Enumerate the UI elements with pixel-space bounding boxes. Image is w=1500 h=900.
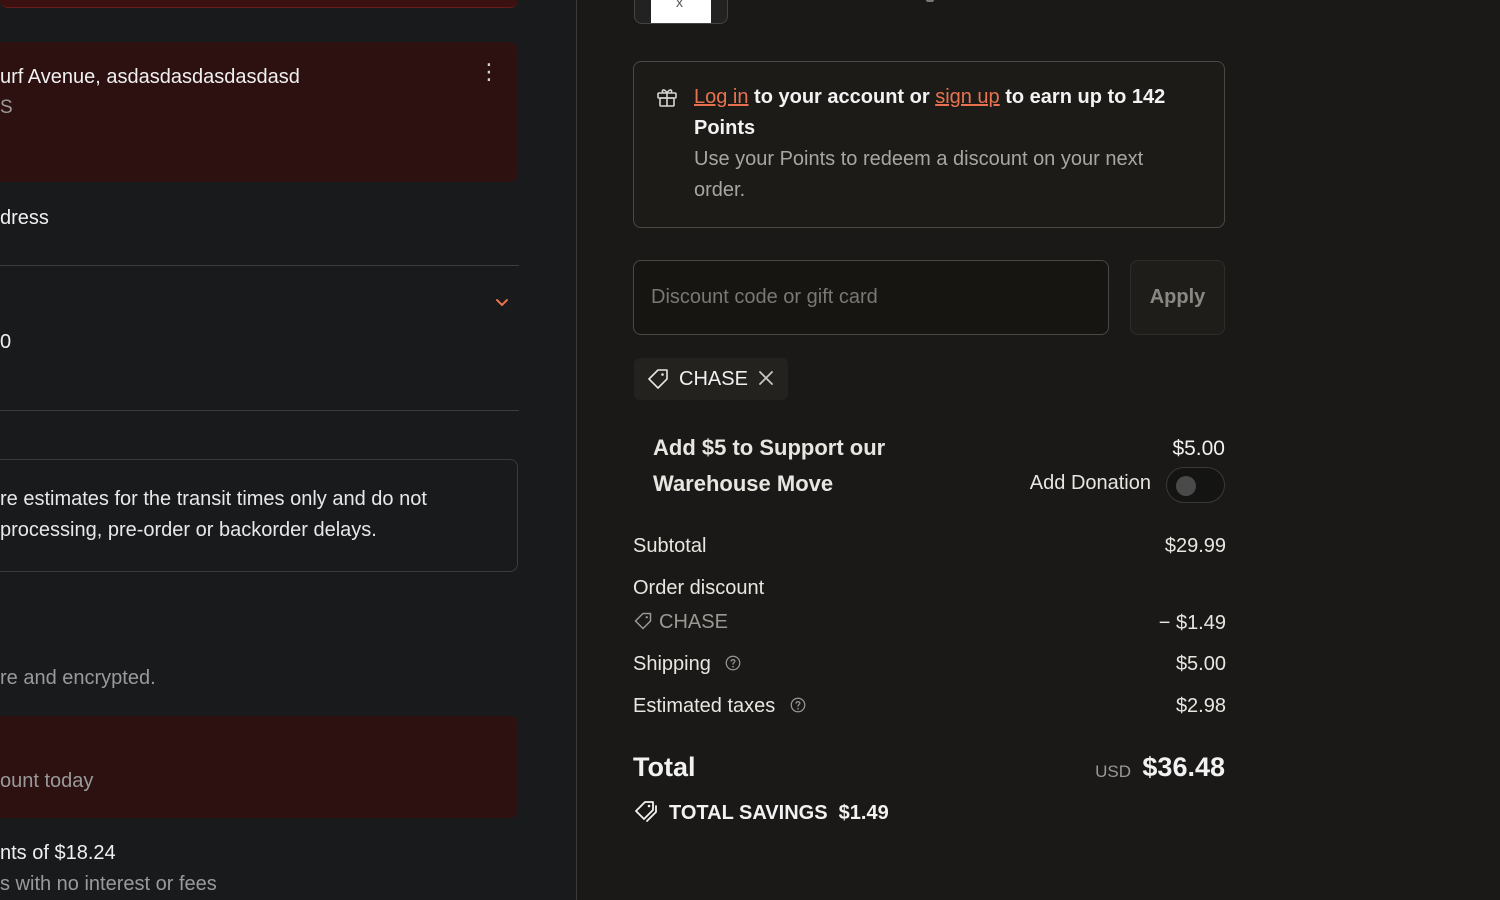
payment-option-text: ount today	[0, 770, 94, 792]
tag-icon	[634, 612, 652, 630]
apply-discount-button[interactable]: Apply	[1130, 260, 1225, 335]
discount-code-text: CHASE	[659, 611, 728, 633]
remove-discount-icon[interactable]	[754, 366, 778, 390]
shipping-option-value: 0	[0, 331, 12, 353]
transit-notice-box	[0, 459, 518, 572]
total-value: $36.48	[1142, 752, 1225, 782]
shipping-label: Shipping	[633, 653, 711, 675]
shipping-value: $5.00	[1175, 653, 1226, 675]
chevron-down-icon[interactable]	[490, 290, 514, 314]
installments-subtitle: s with no interest or fees	[0, 873, 217, 895]
subtotal-value: $29.99	[1164, 535, 1226, 557]
points-description-line-1: Use your Points to redeem a discount on …	[694, 148, 1144, 170]
taxes-row: Estimated taxes	[633, 695, 807, 718]
donation-title-line-1: Add $5 to Support our	[653, 435, 886, 460]
signup-link[interactable]: sign up	[935, 86, 1000, 108]
use-different-address[interactable]: dress	[0, 207, 49, 230]
shipping-row: Shipping	[633, 653, 742, 676]
double-tag-icon	[635, 801, 657, 822]
total-label: Total	[633, 752, 696, 782]
points-mid-text: to your account or	[748, 86, 936, 108]
tag-icon	[648, 369, 668, 389]
help-icon[interactable]	[724, 654, 742, 672]
donation-toggle-label: Add Donation	[1029, 472, 1151, 494]
points-tail-text: to earn up to 142	[999, 86, 1166, 108]
checkout-form-panel: urf Avenue, asdasdasdasdasdasd S ⋮ dress…	[0, 0, 577, 900]
notice-text-line-1: re estimates for the transit times only …	[0, 488, 427, 510]
donation-toggle[interactable]	[1166, 467, 1225, 503]
help-icon[interactable]	[789, 696, 807, 714]
more-options-icon[interactable]: ⋮	[478, 58, 500, 86]
subtotal-label: Subtotal	[633, 535, 707, 557]
taxes-value: $2.98	[1175, 695, 1226, 717]
order-discount-value: − $1.49	[1158, 612, 1226, 634]
donation-title-line-2: Warehouse Move	[653, 471, 834, 496]
savings-value: $1.49	[838, 802, 889, 824]
points-message-line-2: Points	[694, 117, 756, 139]
secure-payment-text: re and encrypted.	[0, 667, 156, 689]
discount-code-input[interactable]	[633, 260, 1109, 335]
donation-price: $5.00	[1172, 437, 1225, 460]
login-link[interactable]: Log in	[694, 86, 749, 108]
order-discount-label: Order discount	[633, 577, 765, 599]
total-savings: TOTAL SAVINGS $1.49	[633, 798, 889, 825]
divider	[0, 265, 519, 266]
toggle-knob	[1176, 476, 1196, 496]
selected-address-card[interactable]	[0, 42, 518, 182]
address-line-2: S	[0, 97, 13, 118]
notice-text-line-2: processing, pre-order or backorder delay…	[0, 519, 377, 541]
currency-code: USD	[1095, 762, 1131, 781]
points-description-line-2: order.	[694, 179, 746, 201]
taxes-label: Estimated taxes	[633, 695, 776, 717]
installments-title: nts of $18.24	[0, 842, 116, 864]
product-thumbnail: x	[651, 0, 711, 23]
divider	[0, 410, 519, 411]
applied-discount-code: CHASE	[679, 368, 748, 390]
selected-card-edge	[0, 0, 518, 8]
savings-label: TOTAL SAVINGS	[669, 802, 828, 824]
product-thumbnail-mark: x	[676, 0, 683, 10]
order-discount-code: CHASE	[633, 611, 728, 634]
address-line-1: urf Avenue, asdasdasdasdasdasd	[0, 66, 300, 88]
points-message-line-1: Log in to your account or sign up to ear…	[694, 86, 1165, 109]
payment-option-card[interactable]	[0, 716, 518, 818]
gift-icon	[657, 89, 677, 107]
product-name-fragment	[926, 0, 934, 2]
